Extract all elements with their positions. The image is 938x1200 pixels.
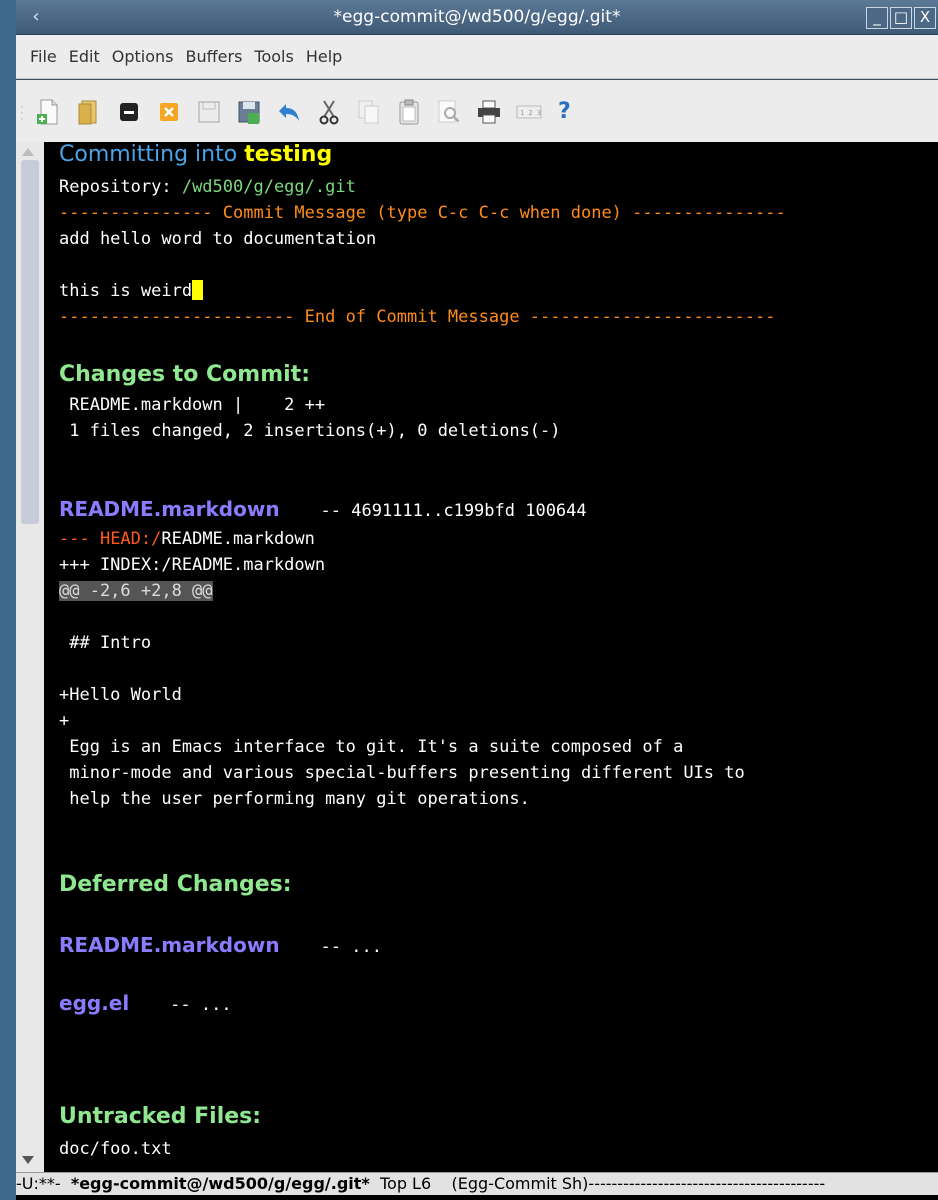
hunk-line: help the user performing many git operat… <box>59 789 530 809</box>
window-title: *egg-commit@/wd500/g/egg/.git* <box>333 7 621 27</box>
modeline-buffer-name[interactable]: *egg-commit@/wd500/g/egg/.git* <box>71 1174 370 1193</box>
toolbar-grip-icon[interactable]: · · · <box>20 101 24 125</box>
svg-text:1 2 3: 1 2 3 <box>520 109 541 117</box>
end-of-message-separator: ----------------------- End of Commit Me… <box>59 307 776 327</box>
minibuffer[interactable] <box>16 1195 938 1200</box>
hunk-line-added: +Hello World <box>59 685 182 705</box>
commit-message-line-cursor[interactable]: this is weird <box>59 280 204 302</box>
deferred-file-name[interactable]: README.markdown <box>59 933 280 957</box>
close-button[interactable]: X <box>914 7 936 29</box>
modeline-position: Top L6 <box>369 1174 452 1193</box>
scroll-down-arrow-icon[interactable] <box>22 1156 34 1164</box>
diffstat-summary: 1 files changed, 2 insertions(+), 0 dele… <box>59 421 561 441</box>
commit-message-line[interactable]: add hello word to documentation <box>59 228 376 250</box>
deferred-changes-heading: Deferred Changes: <box>59 872 292 897</box>
untracked-files-heading: Untracked Files: <box>59 1104 262 1129</box>
window-controls: _ □ X <box>866 7 936 29</box>
menu-help[interactable]: Help <box>306 47 342 66</box>
title-bar[interactable]: ‹ *egg-commit@/wd500/g/egg/.git* _ □ X <box>16 0 938 35</box>
text-cursor <box>192 280 204 300</box>
save-as-icon[interactable] <box>236 98 262 126</box>
undo-icon[interactable] <box>276 98 302 126</box>
diff-head-path: README.markdown <box>161 529 315 549</box>
customize-icon[interactable]: 1 2 3 <box>516 98 542 126</box>
menu-tools[interactable]: Tools <box>254 47 293 66</box>
hunk-line: minor-mode and various special-buffers p… <box>59 763 745 783</box>
diff-file-info: -- 4691111..c199bfd 100644 <box>320 501 587 521</box>
diffstat-line: README.markdown | 2 ++ <box>59 395 326 415</box>
diff-index-line: +++ INDEX:/README.markdown <box>59 555 326 575</box>
modeline-fill: ----------------------------------------… <box>588 1174 826 1193</box>
toolbar: · · · 1 2 3 ? <box>16 80 938 143</box>
diff-head-prefix: --- <box>59 529 100 549</box>
branch-name: testing <box>244 142 333 167</box>
untracked-file[interactable]: doc/foo.txt <box>59 1138 172 1160</box>
hunk-header[interactable]: @@ -2,6 +2,8 @@ <box>59 581 213 601</box>
menu-options[interactable]: Options <box>112 47 174 66</box>
vertical-scrollbar[interactable] <box>16 142 44 1172</box>
repository-line: Repository: /wd500/g/egg/.git <box>59 176 356 198</box>
diff-file-name[interactable]: README.markdown <box>59 497 280 521</box>
diff-file-header[interactable]: README.markdown -- 4691111..c199bfd 1006… <box>59 498 587 522</box>
minimize-button[interactable]: _ <box>866 7 888 29</box>
scroll-thumb[interactable] <box>21 160 39 524</box>
emacs-window: ‹ *egg-commit@/wd500/g/egg/.git* _ □ X F… <box>16 0 938 1200</box>
commit-message-text[interactable]: this is weird <box>59 281 192 301</box>
copy-icon[interactable] <box>356 98 382 126</box>
commit-buffer[interactable]: Committing into testing Repository: /wd5… <box>59 142 938 1172</box>
modeline-mode[interactable]: (Egg-Commit Sh) <box>452 1174 589 1193</box>
print-icon[interactable] <box>476 98 502 126</box>
cut-icon[interactable] <box>316 98 342 126</box>
menu-buffers[interactable]: Buffers <box>186 47 243 66</box>
deferred-file-info: -- ... <box>170 995 232 1015</box>
search-icon[interactable] <box>436 98 462 126</box>
open-folder-icon[interactable] <box>76 98 102 126</box>
save-icon[interactable] <box>196 98 222 126</box>
deferred-file-info: -- ... <box>320 937 382 957</box>
close-buffer-icon[interactable] <box>116 98 142 126</box>
editor-pane[interactable]: Committing into testing Repository: /wd5… <box>16 142 938 1172</box>
deferred-file-row[interactable]: egg.el -- ... <box>59 992 232 1016</box>
hunk-line: Egg is an Emacs interface to git. It's a… <box>59 737 684 757</box>
heading-prefix: Committing into <box>59 142 245 167</box>
help-icon[interactable]: ? <box>558 98 584 126</box>
diff-head-label: HEAD:/ <box>99 529 162 549</box>
deferred-file-row[interactable]: README.markdown -- ... <box>59 934 382 958</box>
diff-head-line: --- HEAD:/README.markdown <box>59 528 315 550</box>
paste-icon[interactable] <box>396 98 422 126</box>
menu-edit[interactable]: Edit <box>69 47 100 66</box>
hunk-header-line[interactable]: @@ -2,6 +2,8 @@ <box>59 580 213 602</box>
modeline-status: -U:**- <box>16 1174 71 1193</box>
maximize-button[interactable]: □ <box>890 7 912 29</box>
menu-bar: File Edit Options Buffers Tools Help <box>16 35 938 79</box>
changes-to-commit-heading: Changes to Commit: <box>59 362 310 387</box>
deferred-file-name[interactable]: egg.el <box>59 991 129 1015</box>
new-file-icon[interactable] <box>36 98 62 126</box>
repo-label: Repository: <box>59 177 182 197</box>
hunk-line-added: + <box>59 711 70 731</box>
scroll-up-arrow-icon[interactable] <box>22 148 34 156</box>
commit-message-separator: --------------- Commit Message (type C-c… <box>59 203 786 223</box>
hunk-line: ## Intro <box>59 633 152 653</box>
mode-line[interactable]: -U:**- *egg-commit@/wd500/g/egg/.git* To… <box>16 1172 938 1196</box>
repo-path: /wd500/g/egg/.git <box>181 177 356 197</box>
commit-heading: Committing into testing <box>59 144 332 167</box>
cancel-icon[interactable] <box>156 98 182 126</box>
menu-file[interactable]: File <box>30 47 57 66</box>
